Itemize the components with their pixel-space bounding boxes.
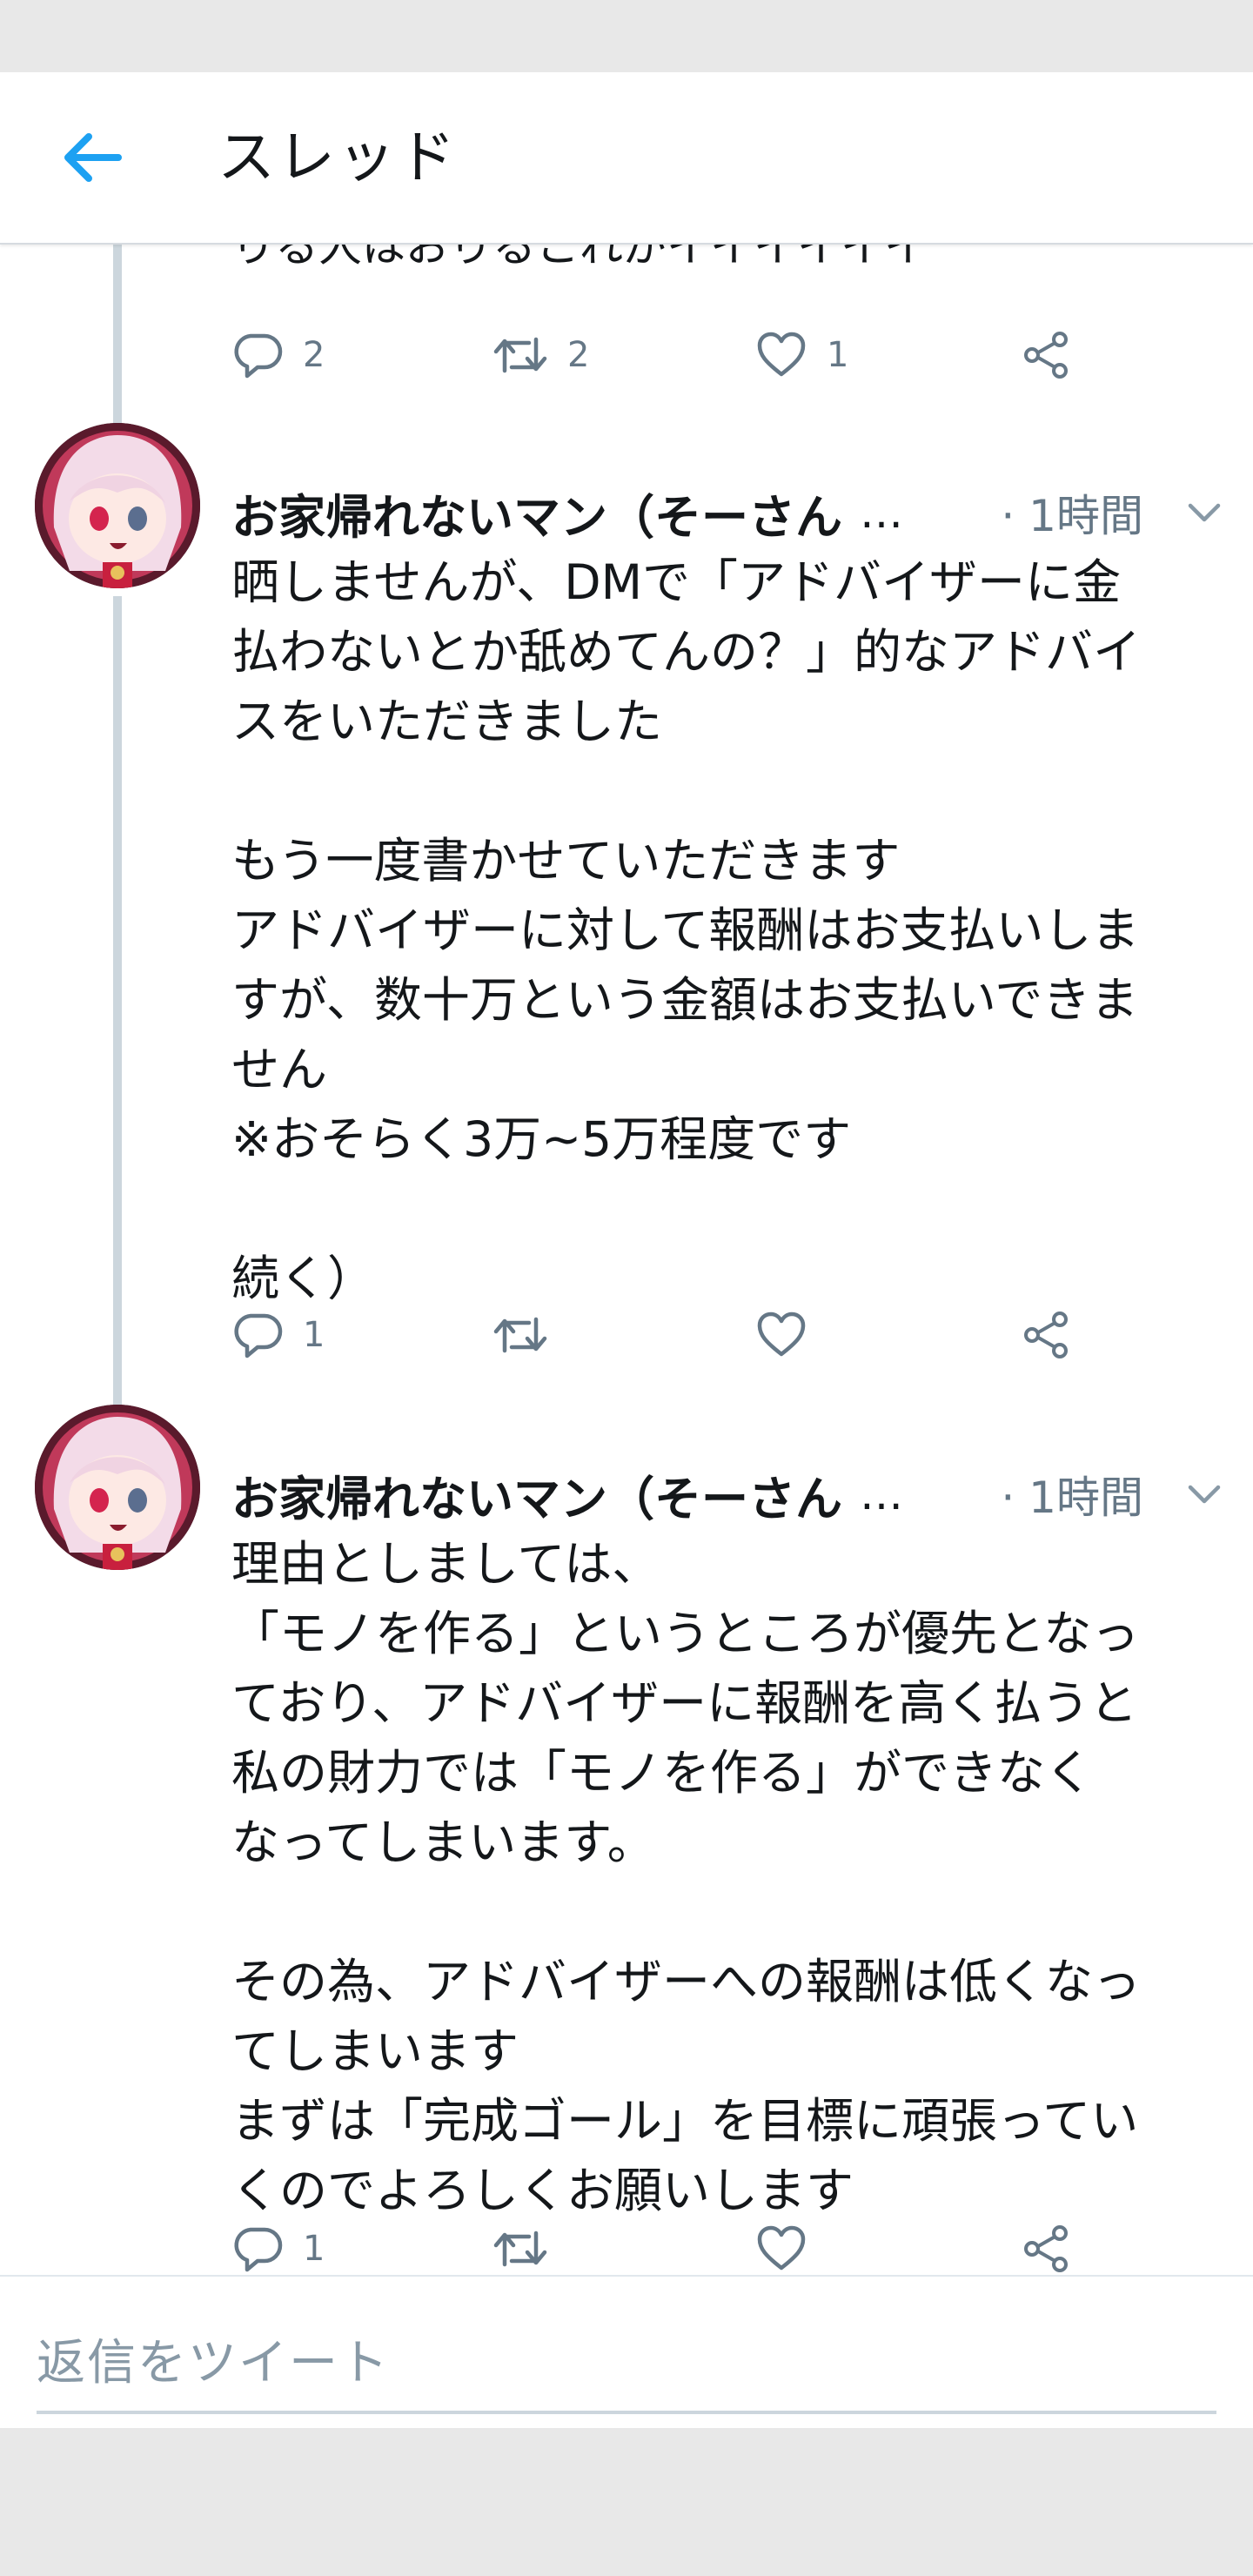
reply-icon: [231, 1309, 284, 1361]
thread-line: [113, 596, 122, 1465]
avatar[interactable]: [35, 1405, 200, 1570]
like-button[interactable]: [755, 1300, 827, 1370]
author-name[interactable]: お家帰れないマン（そーさん: [231, 1460, 842, 1529]
tweet-header: お家帰れないマン（そーさん … · 1時間: [231, 1459, 1223, 1529]
share-button[interactable]: [1020, 320, 1072, 390]
tweet-actions: 1: [231, 1300, 1102, 1370]
page-title: スレッド: [218, 124, 458, 191]
avatar[interactable]: [35, 423, 200, 588]
chevron-down-icon[interactable]: [1185, 493, 1223, 535]
retweet-button[interactable]: [492, 2214, 567, 2284]
like-icon: [755, 329, 807, 381]
tweet-text: 理由としましては、 「モノを作る」というところが優先となっ ており、アドバイザー…: [231, 1536, 1142, 2218]
chevron-down-icon[interactable]: [1185, 1475, 1223, 1517]
tweet-header: お家帰れないマン（そーさん … · 1時間: [231, 478, 1223, 547]
retweet-icon: [492, 329, 548, 381]
author-name[interactable]: お家帰れないマン（そーさん: [231, 479, 842, 547]
retweet-button[interactable]: 2: [492, 320, 589, 390]
reply-count: 1: [303, 2229, 325, 2269]
like-count: 1: [827, 335, 849, 375]
share-icon: [1020, 1309, 1072, 1361]
tweet-actions: 2 2 1: [231, 320, 1102, 390]
reply-count: 2: [303, 335, 325, 375]
retweet-count: 2: [567, 335, 590, 375]
like-button[interactable]: [755, 2214, 827, 2284]
author-ellipsis: …: [860, 1469, 903, 1519]
reply-count: 1: [303, 1315, 325, 1355]
reply-button[interactable]: 1: [231, 1300, 325, 1370]
reply-icon: [231, 2223, 284, 2275]
share-icon: [1020, 329, 1072, 381]
divider: [0, 2275, 1253, 2277]
tweet-timestamp[interactable]: · 1時間: [1001, 481, 1143, 544]
reply-button[interactable]: 2: [231, 320, 325, 390]
like-icon: [755, 1309, 807, 1361]
reply-button[interactable]: 1: [231, 2214, 325, 2284]
retweet-icon: [492, 1309, 548, 1361]
arrow-left-icon[interactable]: [57, 131, 127, 184]
tweet-timestamp[interactable]: · 1時間: [1001, 1463, 1143, 1526]
share-button[interactable]: [1020, 2214, 1072, 2284]
app-bar: スレッド: [0, 72, 1253, 245]
author-ellipsis: …: [860, 487, 903, 538]
reply-placeholder: 返信をツイート: [37, 2335, 390, 2392]
reply-input[interactable]: 返信をツイート: [37, 2320, 1216, 2414]
like-icon: [755, 2223, 807, 2275]
tweet-actions: 1: [231, 2214, 1102, 2284]
retweet-button[interactable]: [492, 1300, 567, 1370]
tweet-text: 晒しませんが、DMで「アドバイザーに金 払わないとか舐めてんの？」的なアドバイ …: [231, 554, 1142, 1306]
like-button[interactable]: 1: [755, 320, 848, 390]
share-button[interactable]: [1020, 1300, 1072, 1370]
retweet-icon: [492, 2223, 548, 2275]
app-screen: スレッド りる人はおりるこれがイイイイイイ 2 2 1 お家帰れないマン（そーさ…: [0, 72, 1253, 2428]
share-icon: [1020, 2223, 1072, 2275]
reply-icon: [231, 329, 284, 381]
